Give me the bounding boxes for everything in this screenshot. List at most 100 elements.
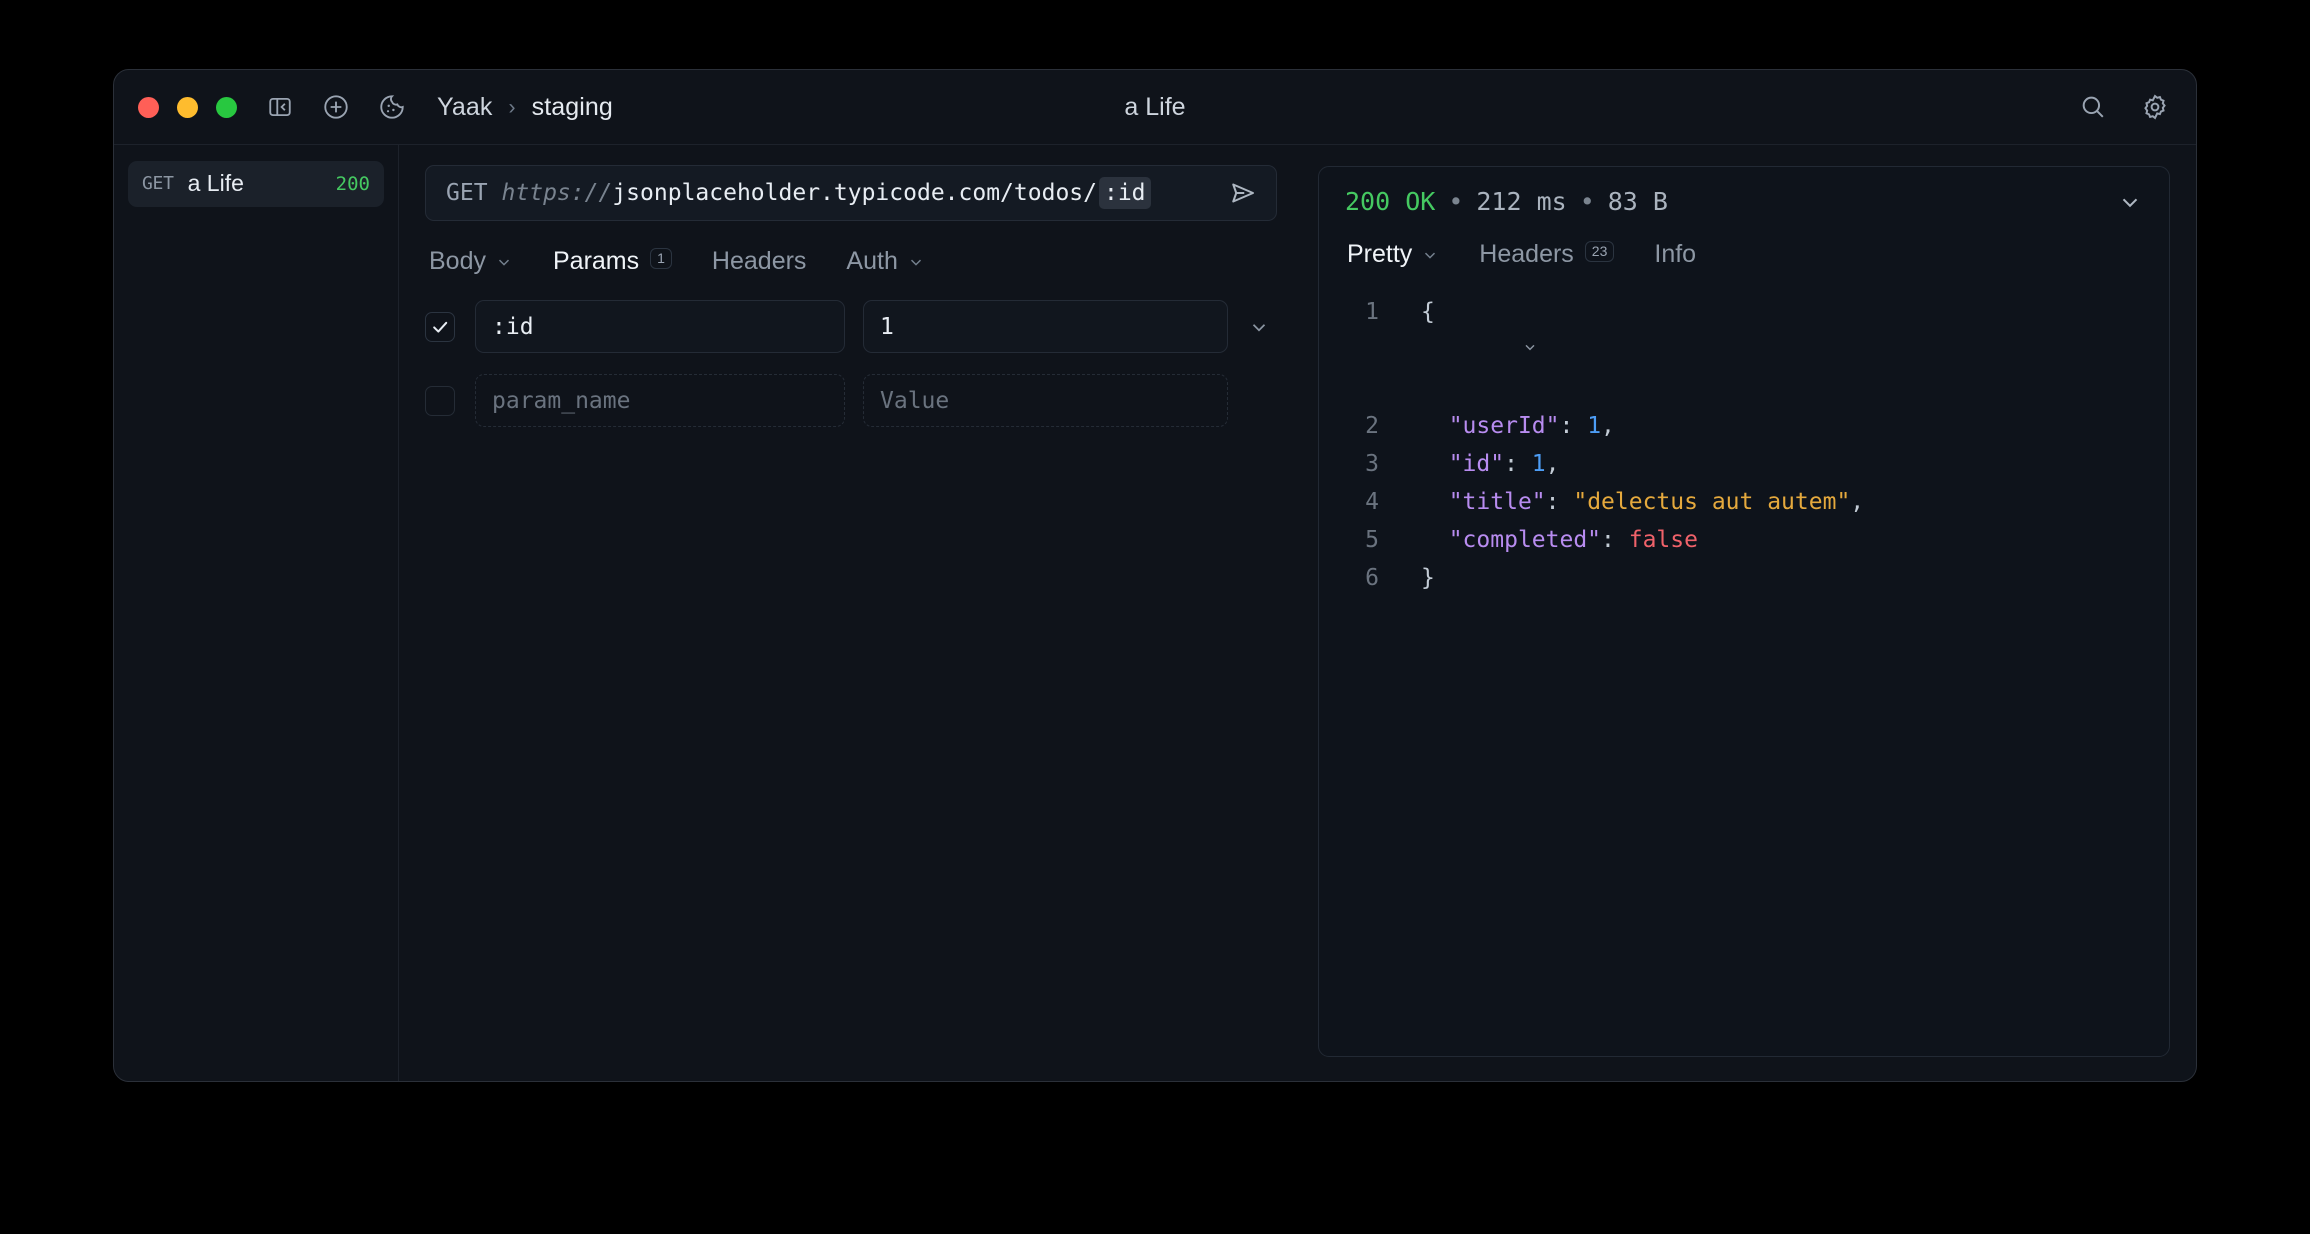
toolbar-icon-group — [265, 92, 407, 122]
param-value-input[interactable]: Value — [863, 374, 1228, 427]
settings-gear-icon[interactable] — [2140, 92, 2170, 122]
code-line: 2 "userId": 1, — [1345, 407, 2143, 445]
chevron-down-icon[interactable] — [1421, 246, 1439, 264]
chevron-down-icon[interactable] — [907, 253, 925, 271]
code-fold-chevron-icon[interactable] — [1379, 293, 1535, 407]
param-enabled-checkbox[interactable] — [425, 311, 455, 342]
code-token-close-brace: } — [1421, 565, 1435, 591]
line-number: 3 — [1365, 451, 1379, 477]
search-icon[interactable] — [2078, 92, 2108, 122]
sidebar: GET a Life 200 — [114, 145, 399, 1081]
status-separator: • — [1448, 187, 1464, 216]
tab-params[interactable]: Params 1 — [553, 247, 672, 278]
tab-headers[interactable]: Headers — [712, 247, 807, 278]
sidebar-toggle-icon[interactable] — [265, 92, 295, 122]
param-enabled-checkbox[interactable] — [425, 385, 455, 416]
tab-body[interactable]: Body — [429, 247, 513, 278]
param-row: param_name Value — [425, 374, 1277, 427]
code-token-comma: , — [1601, 413, 1615, 439]
request-pane: GET https://jsonplaceholder.typicode.com… — [399, 145, 1303, 1081]
code-line: 6 } — [1345, 559, 2143, 597]
minimize-window-button[interactable] — [177, 96, 198, 118]
traffic-lights — [138, 96, 237, 118]
response-size: 83 B — [1607, 187, 1668, 216]
send-request-button[interactable] — [1216, 170, 1270, 216]
request-tabs: Body Params 1 Headers Auth — [425, 247, 1277, 278]
add-icon[interactable] — [321, 92, 351, 122]
app-window: Yaak › staging a Life GET a Life 200 GET… — [113, 69, 2197, 1082]
code-line: 1 { — [1345, 293, 2143, 407]
param-value-input[interactable]: 1 — [863, 300, 1228, 353]
response-pane: 200 OK • 212 ms • 83 B Pretty Headers 23… — [1303, 145, 2196, 1081]
param-row-menu-chevron-icon[interactable] — [1248, 316, 1270, 338]
url-variable-chip[interactable]: :id — [1098, 177, 1151, 209]
sidebar-item-method: GET — [142, 173, 174, 194]
titlebar-actions — [2078, 92, 2170, 122]
app-body: GET a Life 200 GET https://jsonplacehold… — [114, 144, 2196, 1081]
tab-info[interactable]: Info — [1654, 240, 1696, 271]
code-line: 4 "title": "delectus aut autem", — [1345, 483, 2143, 521]
request-method[interactable]: GET — [446, 180, 488, 206]
code-token-value: 1 — [1587, 413, 1602, 439]
param-row: :id 1 — [425, 300, 1277, 353]
code-token-key: "id" — [1448, 451, 1505, 477]
code-token-colon: : — [1559, 413, 1588, 439]
tab-pretty[interactable]: Pretty — [1347, 240, 1439, 271]
tab-pretty-label: Pretty — [1347, 240, 1413, 268]
response-panel: 200 OK • 212 ms • 83 B Pretty Headers 23… — [1318, 166, 2170, 1057]
close-window-button[interactable] — [138, 96, 159, 118]
code-token-key: "userId" — [1448, 413, 1560, 439]
tab-body-label: Body — [429, 247, 486, 275]
url-host-path: jsonplaceholder.typicode.com/todos/ — [612, 180, 1097, 206]
breadcrumb-app[interactable]: Yaak — [437, 93, 493, 122]
tab-params-label: Params — [552, 247, 640, 275]
code-token-colon: : — [1601, 527, 1629, 553]
code-token-comma: , — [1850, 489, 1865, 515]
tab-auth[interactable]: Auth — [846, 247, 924, 278]
line-number: 2 — [1365, 413, 1379, 439]
tab-auth-label: Auth — [846, 247, 898, 275]
breadcrumb-environment[interactable]: staging — [532, 93, 613, 122]
code-token-colon: : — [1504, 451, 1532, 477]
code-token-value: "delectus aut autem" — [1573, 489, 1851, 515]
zoom-window-button[interactable] — [216, 96, 237, 118]
breadcrumb: Yaak › staging — [437, 93, 613, 122]
url-input[interactable]: https://jsonplaceholder.typicode.com/tod… — [502, 177, 1151, 209]
code-line: 5 "completed": false — [1345, 521, 2143, 559]
code-token-value: false — [1628, 527, 1698, 553]
tab-response-headers[interactable]: Headers 23 — [1479, 240, 1615, 271]
response-status-bar: 200 OK • 212 ms • 83 B — [1345, 187, 2143, 216]
tab-headers-label: Headers — [711, 247, 807, 275]
status-badge: 200 OK — [1345, 187, 1436, 216]
response-collapse-chevron-icon[interactable] — [2117, 189, 2143, 215]
breadcrumb-separator-icon: › — [508, 95, 516, 119]
code-token-key: "completed" — [1448, 527, 1602, 553]
params-table: :id 1 param_name Value — [425, 300, 1277, 427]
tab-info-label: Info — [1654, 240, 1697, 268]
line-number: 1 — [1365, 299, 1379, 325]
chevron-down-icon[interactable] — [495, 253, 513, 271]
response-time: 212 ms — [1476, 187, 1567, 216]
line-number: 6 — [1365, 565, 1379, 591]
page-title: a Life — [1124, 92, 1186, 121]
url-bar[interactable]: GET https://jsonplaceholder.typicode.com… — [425, 165, 1277, 221]
sidebar-item-label: a Life — [187, 170, 244, 196]
code-token-value: 1 — [1531, 451, 1546, 477]
response-body-code: 1 { 2 "userId": 1, 3 "id": 1, 4 "title":… — [1345, 293, 2143, 1056]
line-number: 4 — [1365, 489, 1379, 515]
tab-response-headers-badge: 23 — [1584, 241, 1615, 262]
cookie-icon[interactable] — [377, 92, 407, 122]
sidebar-item-status: 200 — [335, 172, 370, 195]
code-token-comma: , — [1545, 451, 1560, 477]
url-scheme: https:// — [501, 180, 613, 206]
tab-params-badge: 1 — [650, 248, 672, 269]
code-token-key: "title" — [1448, 489, 1546, 515]
tab-response-headers-label: Headers — [1479, 240, 1574, 268]
status-separator: • — [1579, 187, 1595, 216]
param-name-input[interactable]: param_name — [475, 374, 845, 427]
code-line: 3 "id": 1, — [1345, 445, 2143, 483]
param-name-input[interactable]: :id — [475, 300, 845, 353]
title-bar: Yaak › staging a Life — [114, 70, 2196, 144]
sidebar-item-a-life[interactable]: GET a Life 200 — [128, 161, 384, 207]
code-token-open-brace: { — [1421, 299, 1435, 325]
